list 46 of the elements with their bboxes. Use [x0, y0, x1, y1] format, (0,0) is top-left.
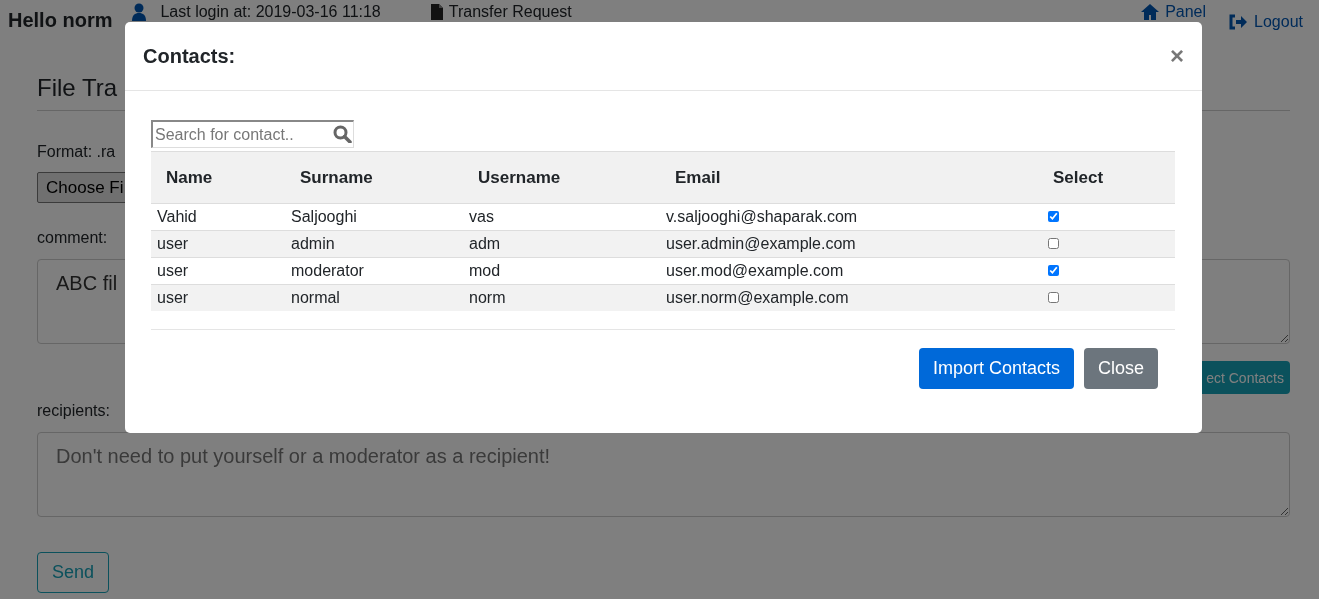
column-header: Name	[151, 151, 285, 204]
table-cell: normal	[285, 284, 463, 311]
select-checkbox[interactable]	[1048, 211, 1059, 222]
logout-icon	[1228, 14, 1249, 30]
table-cell: user	[151, 257, 285, 285]
nav-link[interactable]: Transfer Request	[430, 3, 572, 21]
select-checkbox[interactable]	[1048, 238, 1059, 249]
person-icon	[132, 3, 147, 21]
column-header: Surname	[285, 151, 463, 204]
search-icon	[333, 125, 352, 143]
table-cell: user.mod@example.com	[660, 257, 1038, 285]
table-cell: admin	[285, 230, 463, 258]
send-button[interactable]: Send	[37, 552, 110, 593]
table-cell: user.norm@example.com	[660, 284, 1038, 311]
table-cell: Vahid	[151, 203, 285, 231]
recipients-field[interactable]: Don't need to put yourself or a moderator as a recipient!	[37, 432, 1290, 517]
page-heading: File Tra	[37, 74, 117, 102]
table-cell: vas	[463, 203, 660, 231]
table-cell: Saljooghi	[285, 203, 463, 231]
search-field[interactable]: Search for contact..	[151, 120, 354, 148]
close-dialog-button[interactable]: Close	[1083, 348, 1158, 389]
column-header: Email	[660, 151, 1038, 204]
table-cell: adm	[463, 230, 660, 258]
last-login-text: Last login at: 2019-03-16 11:18	[160, 3, 381, 21]
table-cell: moderator	[285, 257, 463, 285]
table-cell: user.admin@example.com	[660, 230, 1038, 258]
table-cell: v.saljooghi@shaparak.com	[660, 203, 1038, 231]
column-header: Username	[463, 151, 660, 204]
greeting-text: Hello norm	[8, 9, 113, 32]
select-checkbox[interactable]	[1048, 265, 1059, 276]
format-label: Format: .ra	[37, 143, 116, 161]
table-cell: user	[151, 284, 285, 311]
close-button[interactable]: ×	[1170, 42, 1184, 70]
logout-link[interactable]: Logout	[1228, 13, 1303, 31]
import-contacts-button[interactable]: Import Contacts	[918, 348, 1074, 389]
table-cell: mod	[463, 257, 660, 285]
comment-label: comment:	[37, 229, 108, 247]
recipients-label: recipients:	[37, 402, 110, 420]
dialog-title: Contacts:	[143, 44, 236, 68]
select-checkbox[interactable]	[1048, 292, 1059, 303]
home-icon	[1141, 4, 1160, 20]
table-cell: norm	[463, 284, 660, 311]
home-link[interactable]: Panel	[1141, 3, 1207, 21]
table-cell: user	[151, 230, 285, 258]
document-icon	[430, 4, 443, 20]
column-header: Select	[1038, 151, 1175, 204]
